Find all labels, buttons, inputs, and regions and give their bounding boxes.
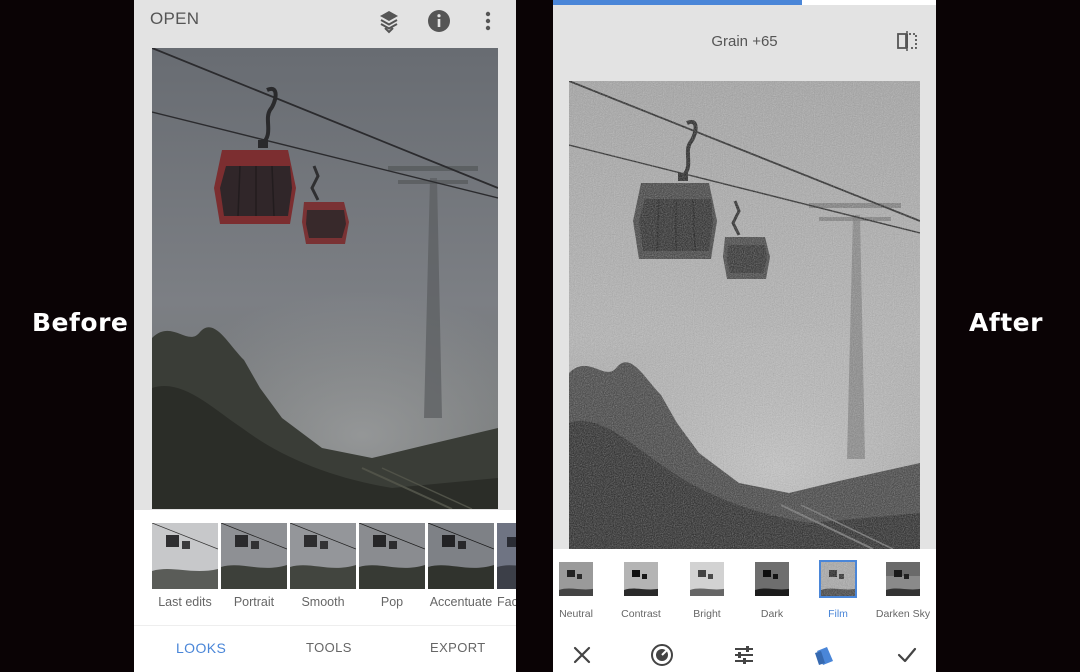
style-thumbnail: [688, 560, 726, 598]
style-thumbnail: [819, 560, 857, 598]
style-thumbnail: [557, 560, 595, 598]
look-thumbnail: [428, 523, 494, 589]
style-thumbnail: [884, 560, 922, 598]
more-vertical-icon[interactable]: [475, 8, 501, 34]
look-label: Portrait: [233, 595, 275, 609]
look-smooth[interactable]: Smooth: [290, 523, 356, 609]
style-label: Neutral: [559, 608, 593, 620]
looks-strip: Last edits Portrait Smooth Pop Accentuat…: [134, 510, 516, 625]
styles-icon[interactable]: [813, 643, 837, 667]
sliders-icon[interactable]: [732, 643, 756, 667]
close-icon[interactable]: [570, 643, 594, 667]
style-bright[interactable]: Bright: [677, 560, 737, 620]
look-faded[interactable]: Fac: [497, 523, 516, 609]
style-thumbnail: [622, 560, 660, 598]
top-bar: OPEN: [134, 0, 516, 42]
styles-strip: Neutral Contrast Bright Dark Film Darken…: [553, 549, 936, 630]
edit-action-bar: [553, 630, 936, 672]
comparison-stage: Before After OPEN Last edits Portrait Sm…: [0, 0, 1080, 672]
after-photo: [569, 81, 920, 549]
adjustment-value-label: Grain +65: [711, 33, 778, 50]
look-label: Pop: [380, 595, 404, 609]
style-contrast[interactable]: Contrast: [611, 560, 671, 620]
check-icon[interactable]: [895, 643, 919, 667]
look-thumbnail: [359, 523, 425, 589]
look-label: Smooth: [301, 595, 345, 609]
look-label: Accentuate: [429, 595, 493, 609]
look-thumbnail: [221, 523, 287, 589]
before-label: Before: [32, 308, 129, 337]
style-label: Dark: [760, 608, 784, 620]
after-label: After: [969, 308, 1043, 337]
style-label: Darken Sky: [875, 608, 931, 620]
look-accentuate[interactable]: Accentuate: [428, 523, 494, 609]
look-pop[interactable]: Pop: [359, 523, 425, 609]
style-neutral[interactable]: Neutral: [553, 560, 606, 620]
progress-track: [553, 0, 936, 5]
before-photo: [152, 48, 498, 509]
nav-looks[interactable]: LOOKS: [176, 640, 226, 656]
style-label: Bright: [693, 608, 721, 620]
after-screen: Grain +65 Neutral Contrast Bright Dark F…: [553, 0, 936, 672]
look-thumbnail: [152, 523, 218, 589]
style-darken-sky[interactable]: Darken Sky: [873, 560, 933, 620]
look-portrait[interactable]: Portrait: [221, 523, 287, 609]
info-icon[interactable]: [426, 8, 452, 34]
bottom-nav: LOOKS TOOLS EXPORT: [134, 625, 516, 672]
effect-dial-icon[interactable]: [650, 643, 674, 667]
look-label: Fac: [497, 595, 516, 609]
look-thumbnail: [497, 523, 516, 589]
progress-fill: [553, 0, 802, 5]
nav-export[interactable]: EXPORT: [430, 640, 486, 655]
look-last-edits[interactable]: Last edits: [152, 523, 218, 609]
style-film[interactable]: Film: [808, 560, 868, 620]
open-button[interactable]: OPEN: [150, 9, 199, 29]
layers-icon[interactable]: [376, 8, 402, 34]
compare-icon[interactable]: [896, 30, 918, 52]
style-label: Contrast: [621, 608, 661, 620]
style-thumbnail: [753, 560, 791, 598]
style-label: Film: [828, 608, 848, 620]
nav-tools[interactable]: TOOLS: [306, 640, 352, 655]
look-thumbnail: [290, 523, 356, 589]
style-dark[interactable]: Dark: [742, 560, 802, 620]
look-label: Last edits: [158, 595, 212, 609]
before-screen: OPEN Last edits Portrait Smooth Pop Acce…: [134, 0, 516, 672]
